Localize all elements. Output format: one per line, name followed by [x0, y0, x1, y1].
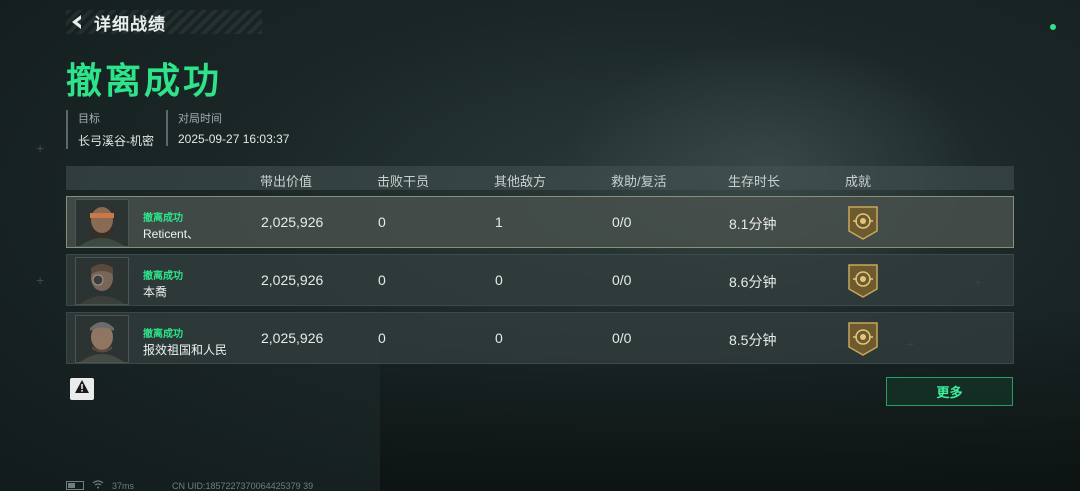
- decor-cross: +: [36, 272, 45, 288]
- col-extract-value: 带出价值: [260, 174, 313, 189]
- other-enemies-value: 0: [495, 272, 503, 288]
- player-name: 本喬: [143, 285, 168, 299]
- kills-value: 0: [378, 214, 386, 230]
- survival-time-value: 8.5分钟: [729, 332, 777, 348]
- other-enemies-value: 0: [495, 330, 503, 346]
- extract-value: 2,025,926: [261, 214, 324, 230]
- assist-revive-value: 0/0: [612, 214, 632, 230]
- player-uid: CN UID:1857227370064425379 39: [172, 480, 314, 491]
- wifi-icon: [92, 480, 104, 491]
- stats-table: 带出价值 击败干员 其他敌方 救助/复活 生存时长 成就 撤离成功 Retice…: [66, 166, 1014, 364]
- extract-value: 2,025,926: [261, 272, 324, 288]
- page-title: 详细战绩: [94, 14, 166, 34]
- more-button[interactable]: 更多: [886, 377, 1013, 406]
- shield-badge-icon[interactable]: [847, 205, 879, 241]
- table-row[interactable]: 撤离成功 本喬 2,025,926 0 0 0/0 8.6分钟: [66, 254, 1014, 306]
- extract-value: 2,025,926: [261, 330, 324, 346]
- match-time-label: 对局时间: [178, 113, 222, 125]
- col-other-enemies: 其他敌方: [494, 174, 547, 189]
- match-time-info: 对局时间 2025-09-27 16:03:37: [166, 110, 289, 146]
- target-info: 目标 长弓溪谷-机密: [66, 110, 154, 149]
- table-row[interactable]: 撤离成功 报效祖国和人民 2,025,926 0 0 0/0 8.5分钟: [66, 312, 1014, 364]
- shield-badge-icon[interactable]: [847, 263, 879, 299]
- avatar: [75, 315, 129, 363]
- status-indicator-dot: [1050, 24, 1056, 30]
- report-warning-button[interactable]: [70, 378, 94, 400]
- shield-badge-icon[interactable]: [847, 321, 879, 357]
- avatar: [75, 257, 129, 305]
- col-achievement: 成就: [845, 174, 872, 189]
- player-status: 撤离成功: [143, 213, 183, 224]
- match-time-value: 2025-09-27 16:03:37: [178, 132, 290, 146]
- status-footer: 37ms CN UID:1857227370064425379 39: [66, 480, 313, 491]
- top-bar: 详细战绩: [66, 10, 262, 34]
- target-label: 目标: [78, 113, 100, 125]
- table-header: 带出价值 击败干员 其他敌方 救助/复活 生存时长 成就: [66, 166, 1014, 190]
- kills-value: 0: [378, 272, 386, 288]
- warning-icon: [75, 380, 89, 398]
- survival-time-value: 8.1分钟: [729, 216, 777, 232]
- back-arrow-icon[interactable]: [66, 11, 88, 33]
- battery-icon: [66, 481, 84, 490]
- player-name: Reticent、: [143, 227, 200, 241]
- other-enemies-value: 1: [495, 214, 503, 230]
- table-row[interactable]: 撤离成功 Reticent、 2,025,926 0 1 0/0 8.1分钟: [66, 196, 1014, 248]
- player-status: 撤离成功: [143, 271, 183, 282]
- avatar: [75, 199, 129, 247]
- player-status: 撤离成功: [143, 329, 183, 340]
- player-name: 报效祖国和人民: [143, 343, 228, 357]
- assist-revive-value: 0/0: [612, 330, 632, 346]
- survival-time-value: 8.6分钟: [729, 274, 777, 290]
- target-value: 长弓溪谷-机密: [78, 134, 154, 148]
- result-title: 撤离成功: [66, 60, 223, 101]
- col-kills: 击败干员: [377, 174, 430, 189]
- decor-cross: +: [36, 140, 45, 156]
- col-survival-time: 生存时长: [728, 174, 781, 189]
- col-assist-revive: 救助/复活: [611, 174, 667, 189]
- assist-revive-value: 0/0: [612, 272, 632, 288]
- kills-value: 0: [378, 330, 386, 346]
- ping-value: 37ms: [112, 480, 135, 491]
